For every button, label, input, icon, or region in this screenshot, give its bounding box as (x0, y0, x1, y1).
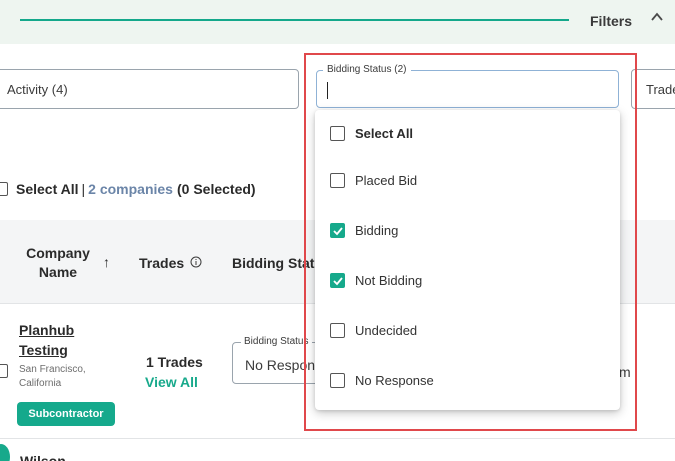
company-name-link[interactable]: Wilson (20, 453, 66, 461)
arrow-up-icon[interactable]: ↑ (103, 254, 110, 270)
option-checkbox-checked[interactable] (330, 222, 345, 238)
row-trailing-text: m (619, 364, 631, 380)
option-label: Select All (355, 125, 414, 141)
select-all-companies-row: Select All | 2 companies (0 Selected) (0, 180, 256, 198)
avatar (0, 444, 10, 461)
dropdown-option-not-bidding[interactable]: Not Bidding (330, 270, 422, 290)
filter-bar: Filters (0, 0, 675, 44)
filters-label[interactable]: Filters (590, 13, 632, 29)
view-all-trades-link[interactable]: View All (145, 374, 198, 390)
company-location: San Francisco, California (19, 364, 86, 389)
company-type-badge: Subcontractor (17, 402, 115, 426)
option-label: Undecided (355, 322, 418, 338)
chevron-up-icon[interactable] (650, 11, 664, 23)
filter-bar-underline (20, 19, 569, 21)
option-checkbox-checked[interactable] (330, 272, 345, 288)
option-label: Bidding (355, 222, 399, 238)
option-label: No Response (355, 372, 434, 388)
row-bidding-status-legend: Bidding Status (241, 336, 312, 347)
option-checkbox[interactable] (330, 322, 345, 338)
company-name-link[interactable]: Planhub Testing (19, 320, 89, 360)
trades-count: 1 Trades (146, 354, 203, 370)
checkmark-icon (333, 276, 343, 285)
dropdown-option-placed-bid[interactable]: Placed Bid (330, 170, 417, 190)
text-caret (327, 82, 328, 99)
checkmark-icon (333, 226, 343, 235)
column-header-company-name[interactable]: Company Name (22, 244, 94, 282)
table-row: Wilson (0, 440, 675, 461)
selected-count: (0 Selected) (176, 181, 256, 197)
bidding-status-dropdown-menu: Select All Placed Bid Bidding Not Biddin… (315, 110, 620, 410)
option-label: Not Bidding (355, 272, 423, 288)
option-checkbox[interactable] (330, 125, 345, 141)
companies-count-link[interactable]: 2 companies (88, 181, 173, 197)
option-checkbox[interactable] (330, 372, 345, 388)
separator: | (81, 181, 86, 197)
info-icon[interactable] (190, 256, 202, 268)
select-all-companies-label: Select All (16, 181, 79, 197)
bidding-status-filter-label: Bidding Status (2) (323, 64, 411, 75)
dropdown-option-undecided[interactable]: Undecided (330, 320, 417, 340)
dropdown-option-select-all[interactable]: Select All (330, 123, 413, 143)
dropdown-option-bidding[interactable]: Bidding (330, 220, 398, 240)
trades-filter-field[interactable]: Trade (631, 69, 675, 109)
column-header-trades: Trades (139, 255, 185, 271)
activity-filter-field[interactable]: Activity (4) (0, 69, 299, 109)
activity-filter-label: Activity (4) (7, 82, 68, 97)
option-checkbox[interactable] (330, 172, 345, 188)
bidding-status-filter-input[interactable]: Bidding Status (2) (316, 64, 619, 108)
row-checkbox[interactable] (0, 364, 8, 378)
trades-filter-label: Trade (646, 82, 675, 97)
option-label: Placed Bid (355, 172, 418, 188)
dropdown-option-no-response[interactable]: No Response (330, 370, 434, 390)
select-all-companies-checkbox[interactable] (0, 182, 8, 196)
